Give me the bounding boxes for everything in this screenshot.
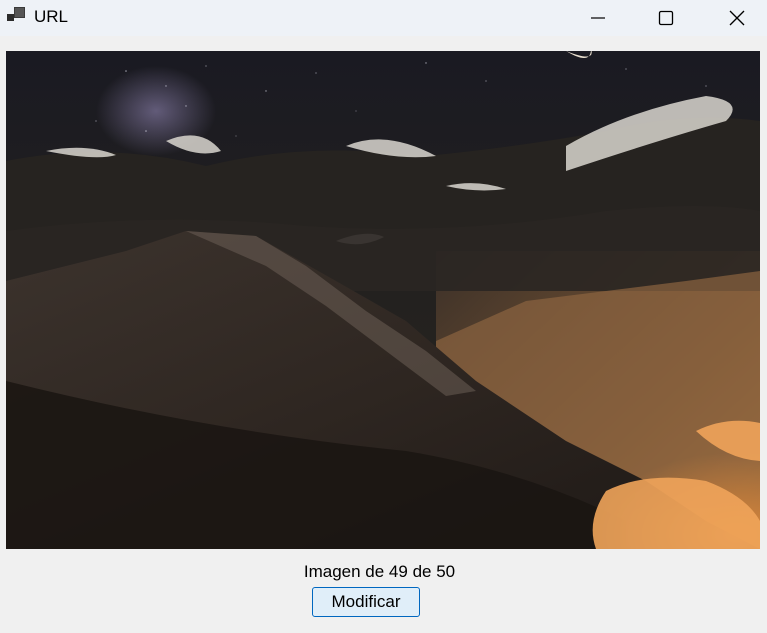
maximize-button[interactable] bbox=[643, 0, 689, 36]
close-button[interactable] bbox=[714, 0, 760, 36]
app-window: URL Imagen de 49 de 50 Modificar bbox=[0, 0, 767, 633]
modify-button[interactable]: Modificar bbox=[312, 587, 420, 617]
picture-box bbox=[6, 51, 760, 549]
window-title: URL bbox=[34, 7, 69, 26]
app-window-icon bbox=[7, 7, 25, 21]
minimize-button[interactable] bbox=[575, 0, 621, 36]
close-icon bbox=[729, 10, 745, 26]
landscape-photo bbox=[6, 51, 760, 549]
image-counter-label: Imagen de 49 de 50 bbox=[303, 562, 456, 581]
title-bar[interactable]: URL bbox=[0, 0, 767, 36]
minimize-icon bbox=[591, 17, 605, 19]
maximize-icon bbox=[658, 10, 674, 26]
